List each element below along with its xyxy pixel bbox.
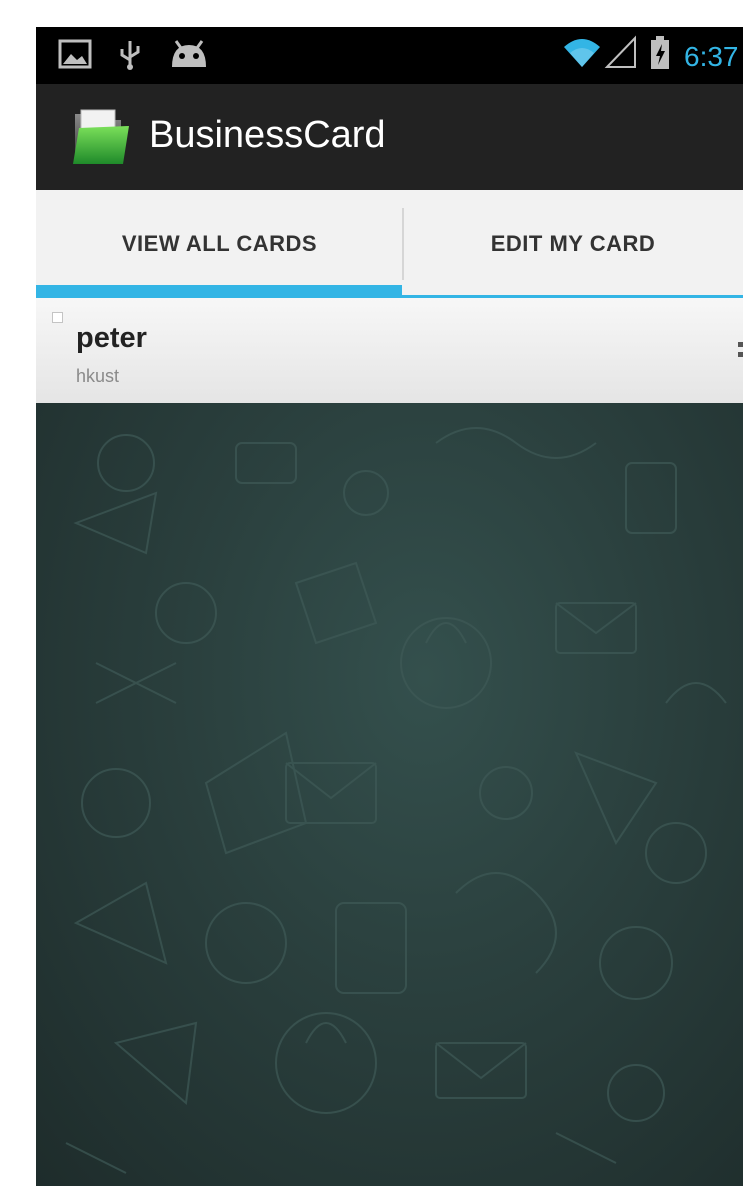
- tab-view-all-cards[interactable]: VIEW ALL CARDS: [36, 190, 403, 298]
- status-clock: 6:37: [684, 41, 739, 72]
- battery-charging-icon: [650, 36, 670, 75]
- card-organization: hkust: [76, 366, 120, 386]
- image-notification-icon: [58, 39, 92, 74]
- selected-tab-indicator: [36, 285, 402, 297]
- card-list-item[interactable]: peter hkust: [36, 298, 743, 404]
- action-bar: BusinessCard: [36, 84, 743, 190]
- overflow-menu-icon[interactable]: [736, 340, 743, 368]
- app-title: BusinessCard: [149, 114, 386, 156]
- doodle-wallpaper: [36, 403, 743, 1186]
- status-bar: 6:37: [36, 27, 743, 84]
- android-debug-icon: [168, 39, 210, 74]
- wifi-icon: [562, 35, 602, 74]
- signal-icon: [604, 35, 638, 74]
- doodle-pattern-icon: [65, 427, 727, 1174]
- usb-icon: [119, 39, 141, 76]
- phone-screen: 6:37 BusinessCard VIEW ALL CARDS EDIT MY…: [36, 27, 743, 1186]
- card-name: peter: [76, 322, 147, 354]
- folder-card-icon[interactable]: [69, 108, 133, 171]
- row-checkbox[interactable]: [52, 312, 63, 323]
- tab-edit-my-card[interactable]: EDIT MY CARD: [403, 190, 743, 298]
- tab-bar: VIEW ALL CARDS EDIT MY CARD: [36, 190, 743, 298]
